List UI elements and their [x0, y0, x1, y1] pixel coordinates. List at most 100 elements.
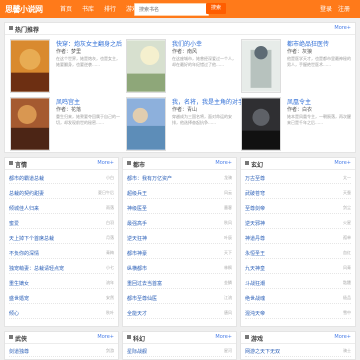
list-item[interactable]: 蜜爱 白羽: [9, 219, 114, 229]
list-item[interactable]: 最强高手 秋风: [127, 219, 232, 229]
book-cover[interactable]: [10, 97, 50, 151]
list-item[interactable]: 都市至尊仙医 江流: [127, 294, 232, 304]
book-link[interactable]: 不负你的深情: [9, 250, 39, 257]
list-item[interactable]: 不负你的深情 青梅: [9, 249, 114, 259]
list-item[interactable]: 逆天邪神 火星: [245, 219, 351, 229]
book-title[interactable]: 我，名将，我是主角的对手: [172, 97, 244, 106]
list-item[interactable]: 剑道独尊 剑游: [9, 347, 114, 357]
book-link[interactable]: 绝世战魂: [245, 295, 265, 302]
login-link[interactable]: 登录: [320, 4, 332, 13]
book-link[interactable]: 星际战舰: [127, 348, 147, 355]
book-link[interactable]: 都市的霸道总裁: [9, 175, 44, 182]
list-item[interactable]: 斗战狂潮 骷髅: [245, 279, 351, 289]
category-more-link[interactable]: More+: [97, 334, 114, 340]
book-link[interactable]: 神级医圣: [127, 205, 147, 212]
book-link[interactable]: 至尊剑帝: [245, 205, 265, 212]
recommend-book[interactable]: 都市绝品狂医传 作者：灰狼 他是医学天才，也是都市里最神秘的男人，手握绝世医术……: [241, 39, 353, 97]
book-link[interactable]: 重生嫡女: [9, 280, 29, 287]
book-link[interactable]: 逆天邪神: [245, 220, 265, 227]
book-link[interactable]: 最强高手: [127, 220, 147, 227]
book-link[interactable]: 混沌天帝: [245, 310, 265, 317]
book-link[interactable]: 网游之天下无双: [245, 348, 280, 355]
book-link[interactable]: 独宠萌妻：总裁请轻点宠: [9, 265, 64, 272]
book-cover[interactable]: [126, 97, 166, 151]
list-item[interactable]: 倾城佳人归来 雨落: [9, 204, 114, 214]
list-item[interactable]: 倾心 秋叶: [9, 309, 114, 319]
book-link[interactable]: 斗战狂潮: [245, 280, 265, 287]
book-link[interactable]: 都市至尊仙医: [127, 295, 157, 302]
book-link[interactable]: 剑道独尊: [9, 348, 29, 355]
list-item[interactable]: 天上掉下个首席总裁 月落: [9, 234, 114, 244]
category-more-link[interactable]: More+: [97, 160, 114, 166]
book-author: 墨客: [224, 205, 232, 210]
book-cover[interactable]: [10, 39, 50, 93]
nav-item-home[interactable]: 首页: [60, 4, 72, 13]
book-cover[interactable]: [241, 97, 281, 151]
book-title[interactable]: 我们的小幸: [172, 39, 202, 48]
recommend-book[interactable]: 我们的小幸 作者：南风 在这座城市，她曾经深爱过一个人，却在最好的年纪错过了他……: [126, 39, 238, 97]
list-item[interactable]: 万古至尊 太一: [245, 174, 351, 184]
book-title[interactable]: 都市绝品狂医传: [287, 39, 329, 48]
book-link[interactable]: 重回过去当首富: [127, 280, 162, 287]
list-item[interactable]: 都市：我有万亿资产 龙骑: [127, 174, 232, 184]
recommend-more-link[interactable]: More+: [334, 25, 351, 31]
category-more-link[interactable]: More+: [215, 334, 232, 340]
category-more-link[interactable]: More+: [334, 160, 351, 166]
nav-item-library[interactable]: 书库: [82, 4, 94, 13]
list-item[interactable]: 至尊剑帝 剑尘: [245, 204, 351, 214]
list-item[interactable]: 独宠萌妻：总裁请轻点宠 小七: [9, 264, 114, 274]
list-item[interactable]: 都市的霸道总裁 小白: [9, 174, 114, 184]
recommend-book[interactable]: 快穿：炮灰女主翻身之后 作者：梦里 在这个世界，她是炮灰，也是女主，她要翻身，也…: [10, 39, 122, 97]
list-item[interactable]: 混沌天帝 雪中: [245, 309, 351, 319]
book-link[interactable]: 万古至尊: [245, 175, 265, 182]
book-link[interactable]: 蜜爱: [9, 220, 19, 227]
book-link[interactable]: 永恒圣王: [245, 250, 265, 257]
category-more-link[interactable]: More+: [334, 334, 351, 340]
search-input[interactable]: [135, 4, 208, 15]
book-link[interactable]: 九天神皇: [245, 265, 265, 272]
book-link[interactable]: 全能天才: [127, 310, 147, 317]
list-item[interactable]: 绝世战魂 极品: [245, 294, 351, 304]
category-more-link[interactable]: More+: [215, 160, 232, 166]
book-link[interactable]: 倾城佳人归来: [9, 205, 39, 212]
recommend-book[interactable]: 凤凰令主 作者：白衣 她本是凤凰令主，一朝陨落，再次醒来已是千年之后……: [241, 97, 353, 155]
book-link[interactable]: 神道丹尊: [245, 235, 265, 242]
book-title[interactable]: 快穿：炮灰女主翻身之后: [56, 39, 122, 48]
list-item[interactable]: 重回过去当首富 金鳞: [127, 279, 232, 289]
book-link[interactable]: 纵横都市: [127, 265, 147, 272]
list-item[interactable]: 网游之天下无双 骑士: [245, 347, 351, 357]
book-link[interactable]: 倾心: [9, 310, 19, 317]
list-item[interactable]: 总裁的契约甜妻 夏日午后: [9, 189, 114, 199]
list-item[interactable]: 武破苍穹 天蚕: [245, 189, 351, 199]
recommend-book[interactable]: 凤鸣宫主 作者：花落 重生归来，她誓要夺回属于自己的一切，却发现前世的秘密……: [10, 97, 122, 155]
site-logo[interactable]: 思馨小说网: [5, 4, 43, 15]
book-link[interactable]: 盛世婚宠: [9, 295, 29, 302]
list-item[interactable]: 纵横都市 林枫: [127, 264, 232, 274]
list-item[interactable]: 九天神皇 风青: [245, 264, 351, 274]
nav-item-ranking[interactable]: 排行: [104, 4, 116, 13]
list-item[interactable]: 重生嫡女 流年: [9, 279, 114, 289]
list-item[interactable]: 逆天狂神 叶辰: [127, 234, 232, 244]
list-item[interactable]: 神道丹尊 孤单: [245, 234, 351, 244]
search-button[interactable]: 搜索: [206, 3, 226, 14]
book-link[interactable]: 天上掉下个首席总裁: [9, 235, 54, 242]
book-link[interactable]: 都市神豪: [127, 250, 147, 257]
book-link[interactable]: 总裁的契约甜妻: [9, 190, 44, 197]
list-item[interactable]: 全能天才 唐风: [127, 309, 232, 319]
register-link[interactable]: 注册: [338, 4, 350, 13]
list-item[interactable]: 超级兵王 风云: [127, 189, 232, 199]
list-item[interactable]: 盛世婚宠 安然: [9, 294, 114, 304]
list-item[interactable]: 都市神豪 天下: [127, 249, 232, 259]
book-link[interactable]: 都市：我有万亿资产: [127, 175, 172, 182]
book-cover[interactable]: [241, 39, 281, 93]
book-link[interactable]: 超级兵王: [127, 190, 147, 197]
recommend-book[interactable]: 我，名将，我是主角的对手 作者：青山 穿越成为三国名将，面对命运的安排，他选择奋…: [126, 97, 244, 155]
list-item[interactable]: 星际战舰 星河: [127, 347, 232, 357]
list-item[interactable]: 神级医圣 墨客: [127, 204, 232, 214]
book-link[interactable]: 逆天狂神: [127, 235, 147, 242]
book-title[interactable]: 凤鸣宫主: [56, 97, 80, 106]
book-link[interactable]: 武破苍穹: [245, 190, 265, 197]
book-title[interactable]: 凤凰令主: [287, 97, 311, 106]
list-item[interactable]: 永恒圣王 血红: [245, 249, 351, 259]
book-cover[interactable]: [126, 39, 166, 93]
